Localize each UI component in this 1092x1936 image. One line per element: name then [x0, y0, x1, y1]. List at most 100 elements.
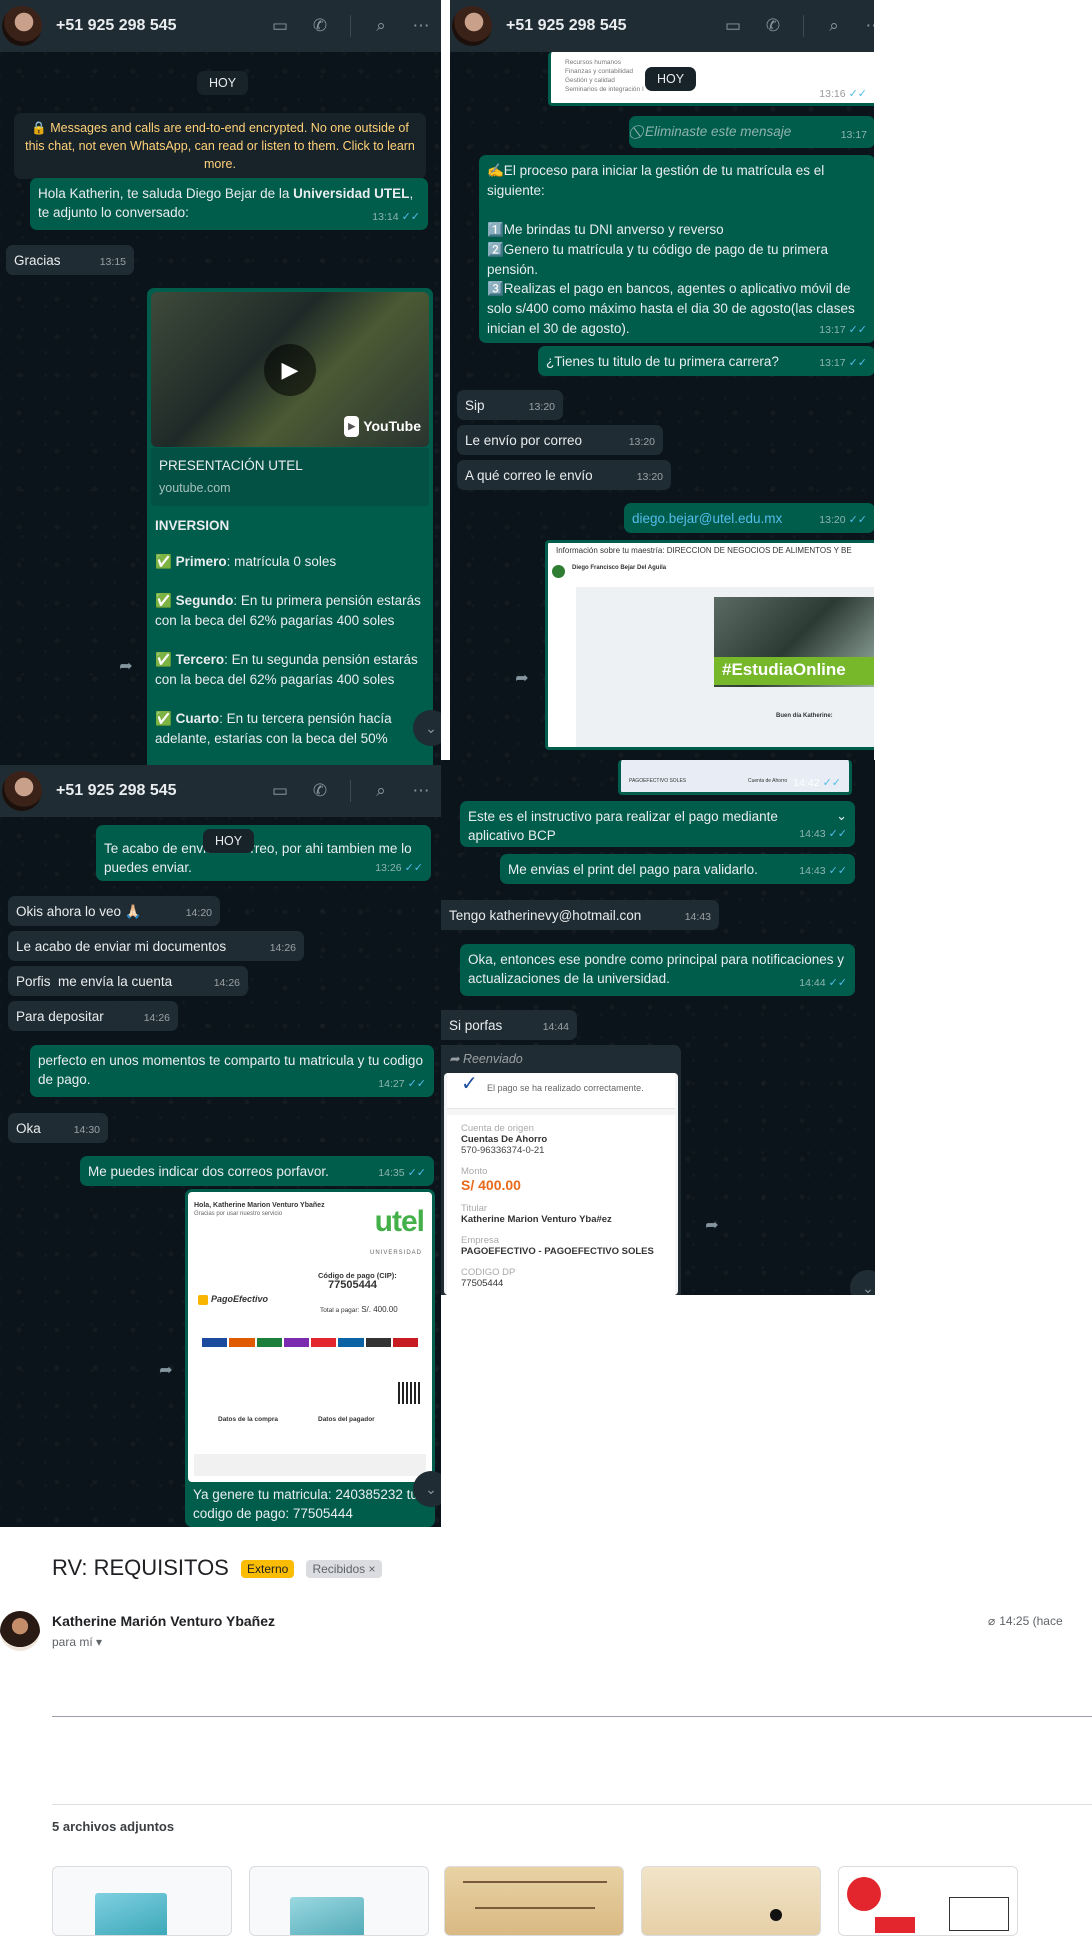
forward-icon[interactable]: ➦	[508, 664, 536, 692]
search-icon[interactable]: ⌕	[361, 765, 401, 817]
attachment-thumbnail[interactable]	[52, 1866, 232, 1936]
menu-icon[interactable]: ⋯	[401, 765, 441, 817]
message-outgoing: Te acabo de enviar al correo, por ahi ta…	[96, 825, 431, 881]
recipient-dropdown[interactable]: para mí ▾	[52, 1635, 102, 1649]
greeting: Buen día Katherine:	[776, 713, 833, 719]
message-time: 14:44	[542, 1021, 569, 1033]
message-time: 14:43 ✓✓	[799, 828, 847, 840]
message-incoming: Para depositar 14:26	[8, 1001, 178, 1031]
message-text: perfecto en unos momentos te comparto tu…	[38, 1053, 427, 1087]
email-screenshot-image[interactable]: Información sobre tu maestría: DIRECCION…	[545, 540, 874, 750]
link-preview-message[interactable]: ▶ ▶ YouTube PRESENTACIÓN UTEL youtube.com…	[147, 288, 433, 773]
total-amount: S/. 400.00	[361, 1305, 398, 1314]
forward-icon[interactable]: ➦	[698, 1211, 726, 1239]
sender-avatar[interactable]	[0, 1611, 40, 1651]
attachment-thumbnail[interactable]	[249, 1866, 429, 1936]
red-block	[875, 1917, 915, 1933]
label-chip-external[interactable]: Externo	[240, 1560, 295, 1579]
total-box	[949, 1897, 1009, 1931]
forward-icon[interactable]: ➦	[112, 652, 140, 680]
forwarded-image-message[interactable]: ➦ Reenviado ✓ El pago se ha realizado co…	[441, 1045, 681, 1295]
document-lines	[475, 1907, 595, 1909]
video-thumbnail[interactable]: ▶ ▶ YouTube	[151, 292, 429, 447]
message-time: 13:17 ✓✓	[819, 357, 867, 369]
claro-logo	[847, 1877, 881, 1911]
voucher-column-title: Datos del pagador	[318, 1416, 375, 1423]
attachment-thumbnail[interactable]	[444, 1866, 624, 1936]
message-time: 14:20	[185, 907, 212, 919]
message-text-bold: Universidad UTEL	[293, 186, 410, 201]
message-outgoing: ✍️El proceso para iniciar la gestión de …	[479, 155, 874, 343]
check-icon: ✅	[155, 554, 172, 569]
sender-name[interactable]: Katherine Marión Venturo Ybañez	[52, 1613, 275, 1629]
voucher-image-message[interactable]: Hola, Katherine Marion Venturo Ybañez Gr…	[185, 1189, 435, 1527]
message-time: 13:15	[99, 256, 126, 268]
utel-logo-sub: UNIVERSIDAD	[369, 1250, 422, 1256]
chevron-down-icon[interactable]: ⌄	[836, 806, 847, 825]
dni-front-image	[95, 1893, 167, 1935]
message-outgoing: diego.bejar@utel.edu.mx 13:20 ✓✓	[624, 503, 874, 533]
avatar[interactable]	[2, 6, 42, 46]
video-call-icon[interactable]: ▭	[260, 0, 300, 52]
message-time: 13:17 ✓✓	[819, 324, 867, 336]
avatar[interactable]	[2, 771, 42, 811]
scroll-down-button[interactable]: ⌄	[413, 1471, 441, 1507]
chat-panel-2: +51 925 298 545 ▭ ✆ ⌕ ⋯ Recursos humanos…	[450, 0, 874, 760]
voucher-image[interactable]: Hola, Katherine Marion Venturo Ybañez Gr…	[188, 1192, 432, 1482]
forward-icon[interactable]: ➦	[152, 1356, 180, 1384]
message-incoming: Gracias 13:15	[6, 245, 134, 275]
phone-call-icon[interactable]: ✆	[753, 0, 793, 52]
attachment-thumbnail[interactable]	[641, 1866, 821, 1936]
image-text: PAGOEFECTIVO SOLES	[629, 778, 687, 784]
image-text: Cuenta de Ahorro	[748, 778, 788, 784]
avatar[interactable]	[452, 6, 492, 46]
label-chip-inbox[interactable]: Recibidos ×	[306, 1560, 382, 1579]
document-lines	[463, 1881, 607, 1883]
menu-icon[interactable]: ⋯	[854, 0, 875, 52]
check-icon: ✅	[155, 593, 172, 608]
forwarded-icon: ➦	[449, 1052, 463, 1066]
divider	[350, 780, 351, 802]
message-incoming: Le envío por correo 13:20	[457, 425, 663, 455]
contact-name[interactable]: +51 925 298 545	[506, 17, 627, 35]
payment-receipt-image[interactable]: ✓ El pago se ha realizado correctamente.…	[444, 1073, 678, 1295]
close-icon[interactable]: ×	[369, 1562, 376, 1576]
message-time: 13:16 ✓✓	[819, 88, 867, 100]
chat-panel-1: +51 925 298 545 ▭ ✆ ⌕ ⋯ HOY 🔒 Messages a…	[0, 0, 441, 773]
message-time: 13:26 ✓✓	[375, 862, 423, 874]
chat-header: +51 925 298 545 ▭ ✆ ⌕ ⋯	[0, 765, 441, 817]
email-snippet-image[interactable]: PAGOEFECTIVO SOLES Cuenta de Ahorro 14:4…	[618, 760, 852, 795]
inversion-text: INVERSION ✅ Primero: matrícula 0 soles ✅…	[155, 506, 425, 749]
check-icon: ✅	[155, 711, 172, 726]
cip-code: 77505444	[328, 1279, 377, 1291]
image-message[interactable]: Recursos humanos Finanzas y contabilidad…	[548, 52, 874, 106]
video-call-icon[interactable]: ▭	[713, 0, 753, 52]
message-time: 14:27 ✓✓	[378, 1078, 426, 1090]
message-time: 14:43	[684, 911, 711, 923]
phone-call-icon[interactable]: ✆	[300, 0, 340, 52]
scroll-down-button[interactable]: ⌄	[413, 710, 441, 746]
message-time: 13:20	[628, 436, 655, 448]
date-pill: HOY	[197, 71, 249, 95]
link-preview-meta[interactable]: PRESENTACIÓN UTEL youtube.com	[151, 448, 429, 506]
chat-panel-4: PAGOEFECTIVO SOLES Cuenta de Ahorro 14:4…	[441, 760, 875, 1295]
search-icon[interactable]: ⌕	[814, 0, 854, 52]
message-time: 14:35 ✓✓	[378, 1167, 426, 1179]
link-title: PRESENTACIÓN UTEL	[159, 458, 303, 473]
search-icon[interactable]: ⌕	[361, 0, 401, 52]
divider	[350, 15, 351, 37]
message-time: 14:26	[143, 1012, 170, 1024]
phone-call-icon[interactable]: ✆	[300, 765, 340, 817]
message-text: Me puedes indicar dos correos porfavor.	[88, 1164, 329, 1179]
message-text: Este es el instructivo para realizar el …	[468, 809, 778, 843]
contact-name[interactable]: +51 925 298 545	[56, 17, 177, 35]
encryption-notice[interactable]: 🔒 Messages and calls are end-to-end encr…	[14, 113, 426, 179]
link-domain: youtube.com	[159, 481, 231, 495]
message-outgoing: Este es el instructivo para realizar el …	[460, 801, 855, 847]
menu-icon[interactable]: ⋯	[401, 0, 441, 52]
contact-name[interactable]: +51 925 298 545	[56, 782, 177, 800]
attachment-thumbnail[interactable]	[838, 1866, 1018, 1936]
video-call-icon[interactable]: ▭	[260, 765, 300, 817]
play-icon[interactable]: ▶	[264, 343, 316, 396]
receipt-status: ✓ El pago se ha realizado correctamente.	[447, 1073, 675, 1109]
